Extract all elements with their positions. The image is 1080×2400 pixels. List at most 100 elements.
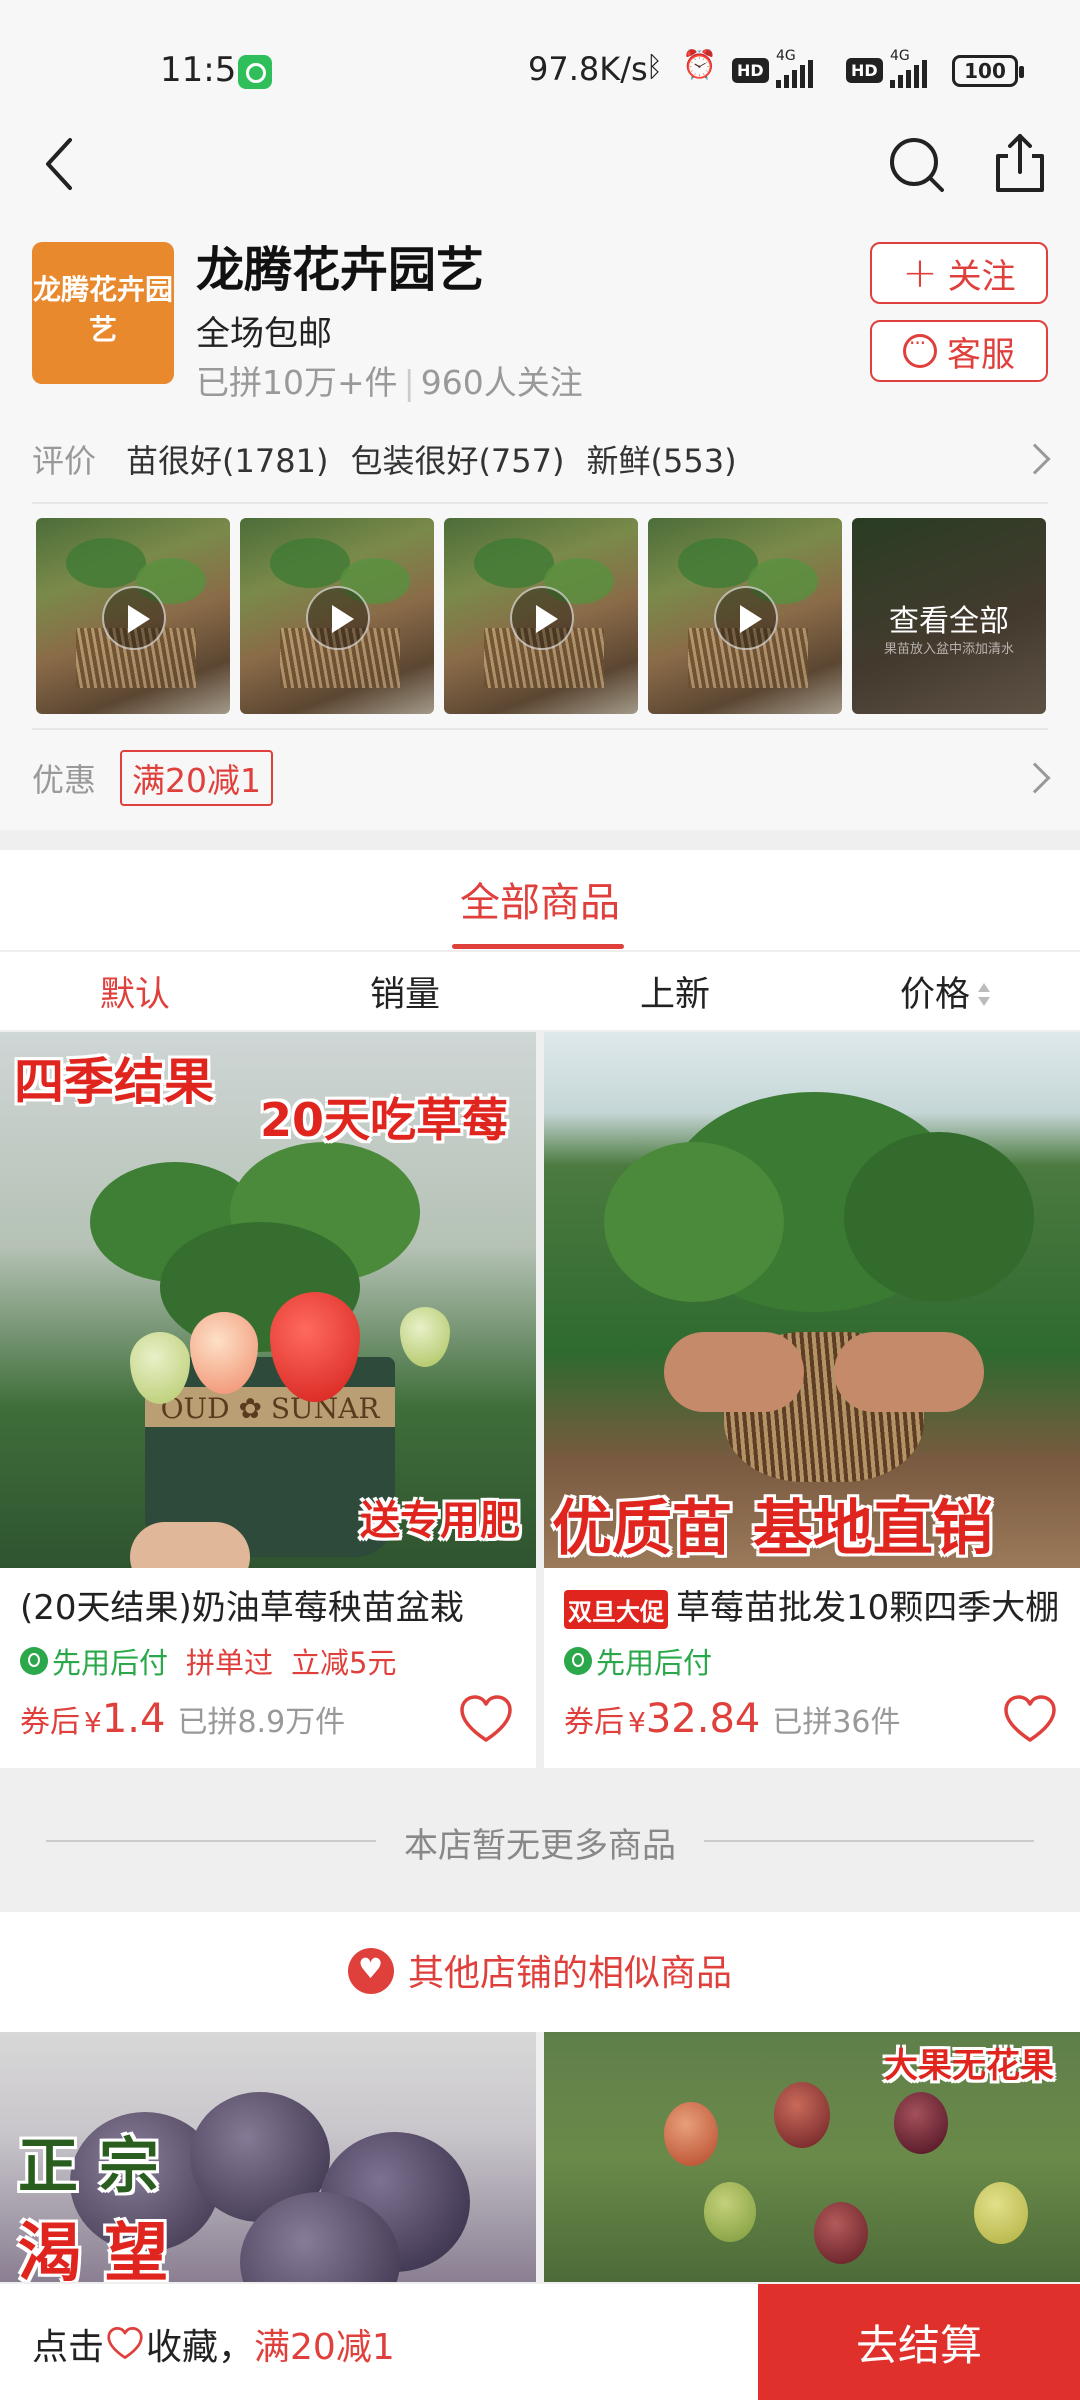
chat-icon — [903, 331, 937, 368]
collect-prefix: 点击 — [32, 2327, 105, 2368]
fig-fruit — [894, 2092, 948, 2154]
sort-new[interactable]: 上新 — [540, 966, 810, 1026]
media-gallery: 查看全部 果苗放入盆中添加清水 — [36, 518, 1046, 714]
battery-icon: 100 — [952, 55, 1024, 87]
video-thumbnail[interactable] — [444, 518, 638, 714]
promo-row[interactable]: 优惠 满20减1 — [32, 750, 1051, 806]
product-title[interactable]: (20天结果)奶油草莓秧苗盆栽 — [20, 1580, 520, 1629]
signal-icon: 4G — [776, 48, 813, 88]
similar-title-text: 其他店铺的相似商品 — [407, 1953, 732, 1994]
collect-promo: 满20减1 — [254, 2327, 395, 2368]
fig-fruit — [974, 2182, 1028, 2244]
video-thumbnail[interactable] — [36, 518, 230, 714]
signal-icon: 4G — [890, 48, 927, 88]
product-tags: 先用后付 — [564, 1640, 712, 1682]
reviews-row[interactable]: 评价 苗很好(1781) 包装很好(757) 新鲜(553) — [32, 434, 1051, 484]
image-overlay-text: 渴 望 — [18, 2217, 169, 2282]
heart-icon[interactable] — [458, 1692, 514, 1748]
hd-icon: HD — [846, 58, 883, 83]
alarm-icon: ⏰ — [682, 48, 717, 81]
shop-stats: 已拼10万+件 | 960人关注 — [196, 356, 583, 404]
service-label: 客服 — [947, 334, 1015, 375]
product-title-text: 草莓苗批发10颗四季大棚 — [676, 1588, 1060, 1628]
image-overlay-text: 正 宗 — [18, 2132, 159, 2202]
tab-divider — [0, 950, 1080, 952]
product-image[interactable]: 优质苗 基地直销 — [544, 1032, 1080, 1568]
divider — [32, 502, 1048, 504]
product-price: 券后 ¥ 32.84 已拼36件 — [564, 1696, 901, 1742]
product-card[interactable]: OUD ✿ SUNAR 四季结果 20天吃草莓 送专用肥 (20天结果)奶油草莓… — [0, 1032, 536, 1768]
reviews-label: 评价 — [32, 442, 97, 480]
status-bar: 11:51 97.8K/s ᛒ ⏰ HD 4G HD 4G 100 — [0, 0, 1080, 140]
shop-logo-text: 龙腾花卉园艺 — [32, 273, 173, 346]
coupon-badge: 满20减1 — [120, 750, 274, 806]
product-tags: 先用后付 拼单过 立减5元 — [20, 1640, 396, 1682]
plus-icon: + — [902, 248, 938, 297]
end-notice: 本店暂无更多商品 — [404, 1826, 676, 1866]
sort-bar: 默认 销量 上新 价格 — [0, 966, 1080, 1026]
product-image[interactable]: OUD ✿ SUNAR 四季结果 20天吃草莓 送专用肥 — [0, 1032, 536, 1568]
similar-product-image[interactable]: 大果无花果 — [544, 2032, 1080, 2282]
pay-later-label: 先用后付 — [596, 1646, 713, 1680]
fig-fruit — [814, 2202, 868, 2264]
product-price: 券后 ¥ 1.4 已拼8.9万件 — [20, 1696, 345, 1742]
view-all-label: 查看全部 — [889, 604, 1009, 639]
customer-service-button[interactable]: 客服 — [870, 320, 1048, 382]
follow-button[interactable]: + 关注 — [870, 242, 1048, 304]
similar-product-image[interactable]: 正 宗 渴 望 — [0, 2032, 536, 2282]
fig-fruit — [664, 2102, 718, 2166]
sort-price-label: 价格 — [899, 975, 970, 1015]
sold-count: 已拼36件 — [772, 1705, 901, 1740]
play-icon — [306, 586, 370, 650]
shop-sold: 已拼10万+件 — [196, 363, 398, 402]
shop-subtitle: 全场包邮 — [196, 314, 332, 354]
video-thumbnail[interactable] — [648, 518, 842, 714]
bluetooth-icon: ᛒ — [646, 50, 663, 83]
product-tag: 拼单过 — [186, 1646, 274, 1680]
image-overlay-text: 四季结果 — [14, 1053, 214, 1111]
review-tag: 包装很好(757) — [350, 442, 565, 480]
play-icon — [510, 586, 574, 650]
search-icon[interactable] — [886, 130, 946, 200]
hd-icon: HD — [732, 58, 769, 83]
back-icon[interactable] — [36, 130, 96, 200]
follow-label: 关注 — [947, 256, 1016, 297]
tab-all-products[interactable]: 全部商品 — [0, 870, 1080, 928]
net-speed: 97.8K/s — [528, 50, 648, 88]
share-icon[interactable] — [990, 126, 1050, 198]
pot-text: OUD ✿ SUNAR — [160, 1392, 380, 1425]
price-value: 1.4 — [101, 1696, 166, 1742]
strawberry — [400, 1307, 450, 1367]
image-overlay-text: 20天吃草莓 — [260, 1093, 509, 1147]
page: 11:51 97.8K/s ᛒ ⏰ HD 4G HD 4G 100 龙腾花卉园艺… — [0, 0, 1080, 2400]
product-title[interactable]: 双旦大促 草莓苗批发10颗四季大棚 — [564, 1580, 1064, 1629]
review-tag: 苗很好(1781) — [126, 442, 329, 480]
shop-logo[interactable]: 龙腾花卉园艺 — [32, 242, 174, 384]
video-thumbnail[interactable] — [240, 518, 434, 714]
price-value: 32.84 — [645, 1696, 761, 1742]
pay-later-icon — [564, 1647, 592, 1675]
view-all-media[interactable]: 查看全部 果苗放入盆中添加清水 — [852, 518, 1046, 714]
checkout-button[interactable]: 去结算 — [758, 2284, 1080, 2400]
price-prefix: 券后 — [20, 1705, 80, 1740]
product-tag: 立减5元 — [291, 1646, 397, 1680]
shop-name[interactable]: 龙腾花卉园艺 — [196, 230, 484, 300]
promo-badge: 双旦大促 — [564, 1590, 668, 1629]
play-icon — [714, 586, 778, 650]
view-all-caption: 果苗放入盆中添加清水 — [883, 642, 1014, 657]
sort-sales[interactable]: 销量 — [270, 966, 540, 1026]
sort-default[interactable]: 默认 — [0, 966, 270, 1026]
collect-shop[interactable]: 点击 收藏， 满20减1 — [32, 2318, 395, 2370]
chevron-right-icon — [1019, 443, 1051, 475]
image-overlay-text: 大果无花果 — [884, 2046, 1054, 2086]
currency: ¥ — [628, 1706, 646, 1739]
collect-suffix: 收藏， — [146, 2327, 255, 2368]
pay-later-icon — [20, 1647, 48, 1675]
product-card[interactable]: 优质苗 基地直销 双旦大促 草莓苗批发10颗四季大棚 先用后付 券后 ¥ 32.8… — [544, 1032, 1080, 1768]
promo-label: 优惠 — [32, 761, 97, 799]
network-type: 4G — [776, 48, 796, 64]
sort-price[interactable]: 价格 — [810, 966, 1080, 1026]
price-prefix: 券后 — [564, 1705, 624, 1740]
heart-icon[interactable] — [1002, 1692, 1058, 1748]
shop-followers: 960人关注 — [420, 363, 583, 402]
